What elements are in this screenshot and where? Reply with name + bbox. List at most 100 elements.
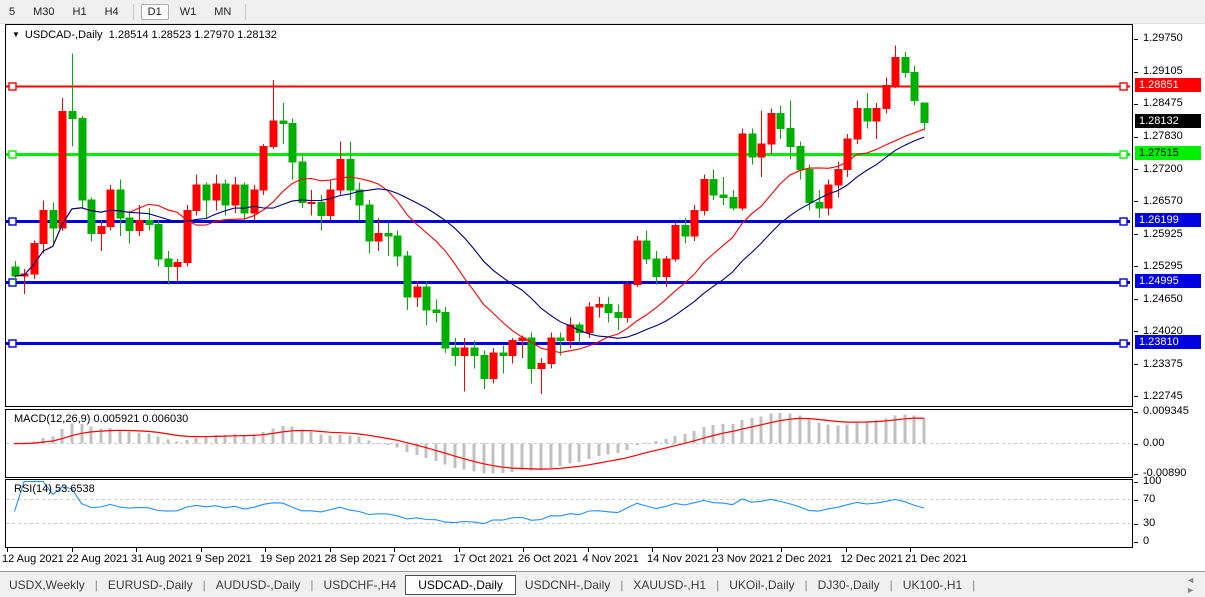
hline-price-badge: 1.27515 [1135, 145, 1201, 160]
date-axis[interactable]: 12 Aug 2021 22 Aug 2021 31 Aug 2021 9 Sep 2… [0, 548, 1134, 570]
tab-scroll-left-icon[interactable]: ◄ [1186, 575, 1195, 585]
hline-handle [8, 278, 17, 287]
timeframe-button-m30[interactable]: M30 [26, 4, 61, 20]
date-tick [71, 548, 73, 552]
price-tick-label: 1.27830 [1143, 130, 1183, 143]
price-tick-tick [1134, 38, 1138, 40]
date-tick [458, 548, 460, 552]
timeframe-button-d1[interactable]: D1 [140, 3, 169, 20]
current-price-badge: 1.28132 [1135, 114, 1201, 129]
rsi-panel[interactable]: RSI(14) 53.6538 [5, 479, 1133, 548]
rsi-line [13, 480, 925, 525]
price-tick-label: 1.25295 [1143, 259, 1183, 272]
price-tick-label: 1.24650 [1143, 292, 1183, 305]
price-tick-tick [1134, 169, 1138, 171]
tab-eurusd-daily[interactable]: EURUSD-,Daily [99, 575, 202, 595]
rsi-tick-tick [1134, 541, 1138, 543]
price-tick-tick [1134, 364, 1138, 366]
price-tick-tick [1134, 103, 1138, 105]
rsi-tick-label: 30 [1143, 517, 1156, 529]
price-tick-tick [1134, 71, 1138, 73]
date-label: 4 Nov 2021 [582, 553, 639, 565]
hline-handle [8, 82, 17, 91]
hline-price-badge: 1.26199 [1135, 213, 1201, 228]
chart-title-symbol: USDCAD-,Daily [24, 29, 103, 41]
price-tick-label: 1.26570 [1143, 194, 1183, 207]
tab-dj30-daily[interactable]: DJ30-,Daily [809, 575, 889, 595]
tab-ukoil-daily[interactable]: UKOil-,Daily [720, 575, 803, 595]
date-label: 12 Aug 2021 [2, 553, 64, 565]
date-label: 9 Sep 2021 [195, 553, 252, 565]
tab-audusd-daily[interactable]: AUDUSD-,Daily [207, 575, 310, 595]
toolbar-separator [132, 3, 134, 20]
timeframe-button-mn[interactable]: MN [207, 4, 238, 20]
price-tick-label: 1.23375 [1143, 357, 1183, 370]
rsi-tick-label: 70 [1143, 493, 1156, 505]
chart-title-ohlc: 1.28514 1.28523 1.27970 1.28132 [108, 29, 277, 41]
tab-scroll-right-icon[interactable]: ► [1186, 585, 1195, 595]
chart-tab-bar: USDX,Weekly | EURUSD-,Daily | AUDUSD-,Daily |… [0, 571, 1205, 597]
macd-tick-label: 0.009345 [1143, 405, 1189, 418]
date-tick [845, 548, 847, 552]
date-tick [716, 548, 718, 552]
ma-fast-line [14, 128, 925, 354]
date-label: 28 Sep 2021 [324, 553, 387, 565]
tab-separator: | [972, 577, 976, 592]
hline-price-badge: 1.23810 [1135, 334, 1201, 349]
hline-handle [1119, 278, 1128, 287]
timeframe-button-w1[interactable]: W1 [173, 4, 204, 20]
date-label: 2 Dec 2021 [776, 553, 833, 565]
candles-series [11, 45, 929, 394]
price-tick-label: 1.22745 [1143, 389, 1183, 402]
hline-handle [1119, 82, 1128, 91]
date-tick [136, 548, 137, 552]
tab-xauusd-h1[interactable]: XAUUSD-,H1 [624, 575, 715, 595]
hline-price-badge: 1.24995 [1135, 274, 1201, 289]
price-chart-canvas[interactable] [6, 25, 1130, 404]
rsi-canvas[interactable] [6, 480, 1130, 545]
date-tick [7, 548, 8, 552]
timeframe-button-h1[interactable]: H1 [66, 4, 94, 20]
toolbar-separator [245, 3, 247, 20]
price-tick-label: 1.29750 [1143, 32, 1183, 45]
macd-tick-label: 0.00 [1143, 437, 1165, 449]
hline-handle [1119, 150, 1128, 159]
date-tick [910, 548, 911, 552]
price-chart-panel[interactable] [5, 24, 1133, 407]
price-tick-tick [1134, 299, 1138, 301]
tab-usdchf-h4[interactable]: USDCHF-,H4 [315, 575, 406, 595]
rsi-tick-label: 0 [1143, 535, 1150, 547]
hline-price-badge: 1.28851 [1135, 77, 1201, 92]
tab-usdx-weekly[interactable]: USDX,Weekly [0, 575, 94, 595]
macd-tick-tick [1134, 473, 1138, 475]
date-label: 26 Oct 2021 [518, 553, 578, 565]
date-label: 19 Sep 2021 [260, 553, 323, 565]
macd-tick-tick [1134, 411, 1138, 413]
date-label: 12 Dec 2021 [840, 553, 903, 565]
price-tick-tick [1134, 201, 1138, 203]
price-tick-tick [1134, 136, 1138, 138]
date-label: 7 Oct 2021 [389, 553, 443, 565]
tab-uk100-h1[interactable]: UK100-,H1 [894, 575, 971, 595]
date-tick [523, 548, 524, 552]
price-tick-tick [1134, 396, 1138, 398]
tab-usdcad-daily[interactable]: USDCAD-,Daily [405, 574, 516, 595]
date-label: 21 Dec 2021 [905, 553, 968, 565]
timeframe-button-h4[interactable]: H4 [98, 4, 126, 20]
rsi-label: RSI(14) 53.6538 [14, 483, 95, 495]
hline-handle [8, 339, 17, 348]
rsi-tick-label: 100 [1143, 475, 1162, 487]
price-tick-tick [1134, 266, 1138, 268]
macd-label: MACD(12,26,9) 0.005921 0.006030 [14, 413, 189, 425]
date-label: 31 Aug 2021 [131, 553, 193, 565]
date-label: 17 Oct 2021 [453, 553, 514, 565]
price-axis-column[interactable]: 1.29750 1.29105 1.28475 1.27830 1.27200 1.265… [1134, 24, 1205, 548]
timeframe-button-5[interactable]: 5 [2, 4, 22, 20]
price-tick-label: 1.28475 [1143, 97, 1183, 110]
date-tick [394, 548, 395, 552]
macd-panel[interactable]: MACD(12,26,9) 0.005921 0.006030 [5, 409, 1133, 478]
timeframe-toolbar: 5 M30 H1 H4 D1 W1 MN [0, 0, 1205, 24]
tab-usdcnh-daily[interactable]: USDCNH-,Daily [516, 575, 619, 595]
price-tick-label: 1.27200 [1143, 162, 1183, 175]
rsi-tick-tick [1134, 499, 1138, 501]
